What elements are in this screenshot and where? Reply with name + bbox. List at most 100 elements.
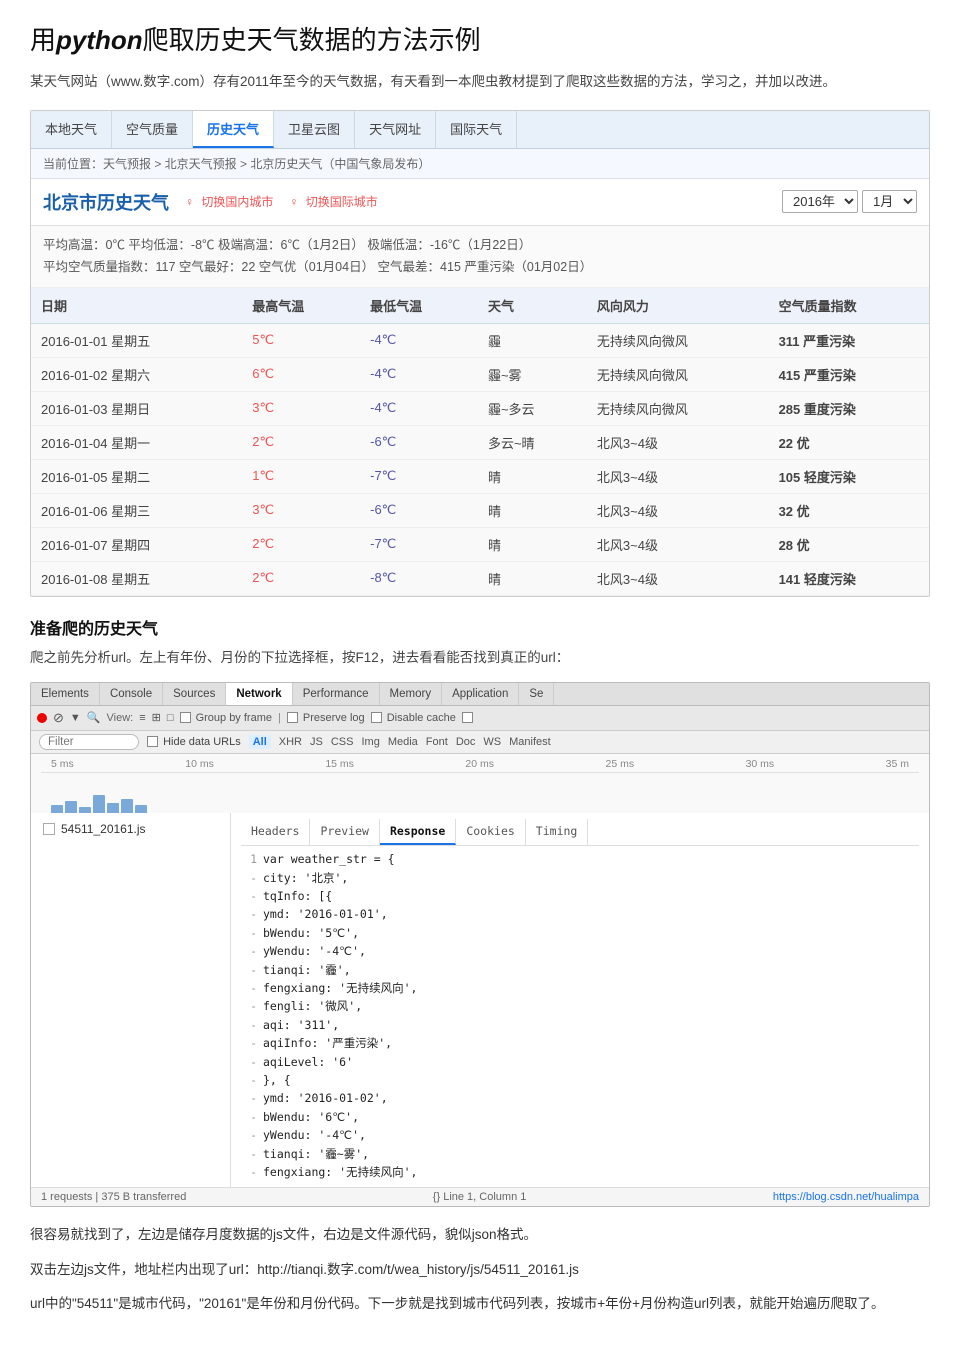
group-view-icon[interactable]: ⊞	[152, 711, 161, 724]
devtools-tab-network[interactable]: Network	[226, 683, 292, 705]
line-content: var weather_str = {	[263, 850, 395, 868]
filter-media[interactable]: Media	[388, 736, 418, 748]
preserve-log-checkbox[interactable]	[287, 712, 298, 723]
disable-cache-label[interactable]: Disable cache	[371, 712, 456, 724]
devtools-inner-tab-preview[interactable]: Preview	[310, 819, 379, 845]
devtools-file-list: 54511_20161.js	[31, 813, 231, 1187]
cell-wind: 北风3~4级	[587, 561, 769, 595]
devtools-network-toolbar: ⊘ ▼ 🔍 View: ≡ ⊞ □ Group by frame | Prese…	[31, 706, 929, 731]
devtools-tab-console[interactable]: Console	[100, 683, 163, 705]
code-line: - }, {	[241, 1071, 919, 1089]
cell-low: -6℃	[360, 425, 478, 459]
requests-info: 1 requests | 375 B transferred	[41, 1191, 186, 1203]
line-content: city: '北京',	[263, 869, 348, 887]
hide-data-urls-checkbox[interactable]	[147, 736, 158, 747]
switch-domestic[interactable]: ♀ 切换国内城市	[185, 193, 277, 210]
statusbar-url: https://blog.csdn.net/hualimpa	[773, 1191, 919, 1203]
line-content: ymd: '2016-01-01',	[263, 905, 388, 923]
offline-checkbox[interactable]	[462, 712, 473, 723]
filter-doc[interactable]: Doc	[456, 736, 476, 748]
preserve-log-label[interactable]: Preserve log	[287, 712, 365, 724]
filter-manifest[interactable]: Manifest	[509, 736, 551, 748]
line-content: ymd: '2016-01-02',	[263, 1089, 388, 1107]
list-view-icon[interactable]: ≡	[139, 712, 145, 724]
devtools-tab-application[interactable]: Application	[442, 683, 519, 705]
view-label: View:	[107, 712, 134, 724]
devtools-tab-performance[interactable]: Performance	[293, 683, 380, 705]
breadcrumb: 当前位置：天气预报 > 北京天气预报 > 北京历史天气（中国气象局发布）	[31, 149, 929, 179]
code-line: - fengli: '微风',	[241, 997, 919, 1015]
month-select[interactable]: 1月	[862, 190, 917, 213]
tab-satellite[interactable]: 卫星云图	[274, 111, 355, 148]
city-title: 北京市历史天气	[43, 189, 169, 215]
switch-international[interactable]: ♀ 切换国际城市	[289, 193, 381, 210]
cell-high: 5℃	[242, 323, 360, 357]
cell-weather: 霾~雾	[478, 357, 587, 391]
hide-data-urls-label[interactable]: Hide data URLs	[147, 736, 241, 748]
col-high: 最高气温	[242, 288, 360, 324]
group-by-frame-checkbox[interactable]	[180, 712, 191, 723]
line-content: aqi: '311',	[263, 1016, 339, 1034]
code-line: - ymd: '2016-01-01',	[241, 905, 919, 923]
line-content: tianqi: '霾',	[263, 961, 351, 979]
table-row: 2016-01-03 星期日 3℃ -4℃ 霾~多云 无持续风向微风 285 重…	[31, 391, 929, 425]
tab-air-quality[interactable]: 空气质量	[112, 111, 193, 148]
cell-high: 2℃	[242, 561, 360, 595]
filter-xhr[interactable]: XHR	[279, 736, 302, 748]
code-line: - fengxiang: '无持续风向',	[241, 1163, 919, 1181]
intro-text: 某天气网站（www.数字.com）存有2011年至今的天气数据，有天看到一本爬虫…	[30, 71, 930, 94]
code-line: 1var weather_str = {	[241, 850, 919, 868]
cell-date: 2016-01-02 星期六	[31, 357, 242, 391]
tab-local-weather[interactable]: 本地天气	[31, 111, 112, 148]
table-row: 2016-01-08 星期五 2℃ -8℃ 晴 北风3~4级 141 轻度污染	[31, 561, 929, 595]
year-select[interactable]: 2016年	[782, 190, 858, 213]
devtools-tab-memory[interactable]: Memory	[380, 683, 443, 705]
filter-input[interactable]	[39, 734, 139, 750]
filter-css[interactable]: CSS	[331, 736, 354, 748]
filter-font[interactable]: Font	[426, 736, 448, 748]
code-line: - ymd: '2016-01-02',	[241, 1089, 919, 1107]
clear-icon[interactable]: ⊘	[53, 710, 64, 726]
filter-icon[interactable]: ▼	[70, 712, 81, 724]
filter-js[interactable]: JS	[310, 736, 323, 748]
tab-weather-sites[interactable]: 天气网址	[355, 111, 436, 148]
line-number: -	[241, 1016, 257, 1034]
bottom-text: 很容易就找到了，左边是储存月度数据的js文件，右边是文件源代码，貌似json格式…	[30, 1223, 930, 1316]
cell-date: 2016-01-01 星期五	[31, 323, 242, 357]
col-low: 最低气温	[360, 288, 478, 324]
filter-all[interactable]: All	[249, 735, 271, 749]
record-stop-icon[interactable]	[37, 713, 47, 723]
prep-title: 准备爬的历史天气	[30, 615, 930, 639]
code-line: - yWendu: '-4℃',	[241, 1126, 919, 1144]
tab-international[interactable]: 国际天气	[436, 111, 517, 148]
weather-summary: 平均高温：0℃ 平均低温：-8℃ 极端高温：6℃（1月2日） 极端低温：-16℃…	[31, 226, 929, 288]
line-number: -	[241, 1126, 257, 1144]
code-line: - tianqi: '霾',	[241, 961, 919, 979]
cell-aqi: 415 严重污染	[769, 357, 929, 391]
devtools-inner-tab-cookies[interactable]: Cookies	[456, 819, 525, 845]
table-row: 2016-01-02 星期六 6℃ -4℃ 霾~雾 无持续风向微风 415 严重…	[31, 357, 929, 391]
bottom-p3: url中的"54511"是城市代码，"20161"是年份和月份代码。下一步就是找…	[30, 1292, 930, 1316]
disable-cache-checkbox[interactable]	[371, 712, 382, 723]
devtools-inner-tab-timing[interactable]: Timing	[526, 819, 589, 845]
devtools-tab-elements[interactable]: Elements	[31, 683, 100, 705]
devtools-inner-tab-headers[interactable]: Headers	[241, 819, 310, 845]
devtools-panel: Elements Console Sources Network Perform…	[30, 682, 930, 1207]
bottom-p2: 双击左边js文件，地址栏内出现了url：http://tianqi.数字.com…	[30, 1258, 930, 1282]
code-line: - fengxiang: '无持续风向',	[241, 979, 919, 997]
group-by-frame-label[interactable]: Group by frame	[180, 712, 272, 724]
cell-aqi: 22 优	[769, 425, 929, 459]
filter-ws[interactable]: WS	[483, 736, 501, 748]
tab-historical-weather[interactable]: 历史天气	[193, 111, 274, 148]
cell-aqi: 32 优	[769, 493, 929, 527]
filter-img[interactable]: Img	[361, 736, 379, 748]
search-icon[interactable]: 🔍	[87, 711, 101, 724]
devtools-tab-sources[interactable]: Sources	[163, 683, 226, 705]
devtools-inner-tab-response[interactable]: Response	[380, 819, 456, 845]
code-line: - aqiLevel: '6'	[241, 1053, 919, 1071]
table-row: 2016-01-04 星期一 2℃ -6℃ 多云~晴 北风3~4级 22 优	[31, 425, 929, 459]
devtools-tab-se[interactable]: Se	[519, 683, 554, 705]
screenshot-icon[interactable]: □	[167, 712, 174, 724]
cell-high: 1℃	[242, 459, 360, 493]
devtools-file-item[interactable]: 54511_20161.js	[31, 817, 230, 841]
